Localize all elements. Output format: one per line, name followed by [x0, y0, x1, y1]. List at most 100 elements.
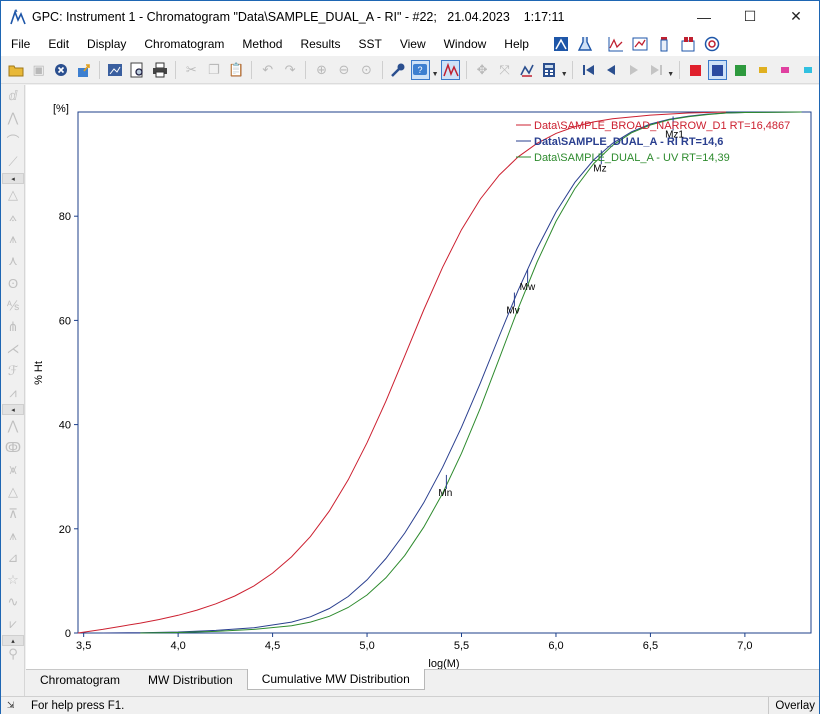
peak-tool-icon[interactable]	[440, 60, 461, 80]
peak-add-icon[interactable]: △	[1, 184, 25, 206]
peak-width-icon[interactable]: ⊼	[1, 503, 25, 525]
minimize-button[interactable]: —	[681, 1, 727, 32]
chart-panel[interactable]: 3,5 4,0 4,5 5,0 5,5 6,0 6,5 7,0 0 20 40 60 80 Mn Mv Mw…	[26, 85, 819, 670]
peak-fn-icon[interactable]: ℱ	[1, 360, 25, 382]
view-tabs: Chromatogram MW Distribution Cumulative …	[26, 669, 819, 690]
instrument-icon[interactable]	[552, 35, 570, 53]
menu-chromatogram[interactable]: Chromatogram	[134, 37, 232, 51]
color-yellow-swatch[interactable]	[753, 60, 772, 80]
peak-draw-icon[interactable]: ↂ	[1, 437, 25, 459]
series-line-0[interactable]	[77, 111, 727, 634]
peak-spike-icon[interactable]: ⩚	[1, 525, 25, 547]
export-icon[interactable]	[74, 60, 93, 80]
results-view-icon[interactable]	[631, 35, 649, 53]
image-export-icon[interactable]	[105, 60, 124, 80]
menu-bar: File Edit Display Chromatogram Method Re…	[1, 32, 819, 56]
resize-icon[interactable]: ⤧	[495, 60, 514, 80]
zoom-in-icon[interactable]: ⊕	[312, 60, 331, 80]
color-green-swatch[interactable]	[730, 60, 749, 80]
undo-icon[interactable]: ↶	[258, 60, 277, 80]
menu-help[interactable]: Help	[494, 37, 537, 51]
first-chromatogram-icon[interactable]	[579, 60, 598, 80]
next-chromatogram-icon[interactable]	[624, 60, 643, 80]
baseline-icon[interactable]: ⟋	[1, 151, 25, 173]
cut-icon[interactable]: ✂	[182, 60, 201, 80]
chromatogram-view-icon[interactable]	[607, 35, 625, 53]
peak-shoulder-icon[interactable]: ⋏	[1, 250, 25, 272]
menu-display[interactable]: Display	[77, 37, 134, 51]
menu-sst[interactable]: SST	[348, 37, 389, 51]
chevron-down-icon[interactable]: ▼	[432, 62, 440, 78]
expand-arrows-icon[interactable]: ⇲	[7, 700, 15, 711]
color-magenta-swatch[interactable]	[775, 60, 794, 80]
color-cyan-swatch[interactable]	[798, 60, 817, 80]
peak-mark-icon[interactable]: ⋀	[1, 415, 25, 437]
tab-mw-distribution[interactable]: MW Distribution	[134, 670, 247, 690]
cumulative-mw-chart[interactable]: 3,5 4,0 4,5 5,0 5,5 6,0 6,5 7,0 0 20 40 60 80 Mn Mv Mw…	[26, 85, 819, 670]
peak-remove-icon[interactable]: ⟑	[1, 206, 25, 228]
plot-frame	[77, 111, 812, 634]
peak-join-icon[interactable]: ⩚	[1, 228, 25, 250]
color-red-swatch[interactable]	[686, 60, 705, 80]
peak-star-icon[interactable]: ☆	[1, 569, 25, 591]
series-line-1[interactable]	[102, 111, 802, 634]
collapse-arrow-icon[interactable]: ◂	[2, 173, 24, 184]
peak-negative-icon[interactable]: ⋌	[1, 338, 25, 360]
app-logo-icon	[10, 8, 26, 24]
move-icon[interactable]: ✥	[472, 60, 491, 80]
title-bar[interactable]: GPC: Instrument 1 - Chromatogram "Data\S…	[1, 1, 819, 32]
tab-chromatogram[interactable]: Chromatogram	[26, 670, 134, 690]
color-blue-swatch[interactable]	[707, 60, 728, 80]
x-tick-label: 4,5	[265, 640, 280, 652]
print-icon[interactable]	[150, 60, 169, 80]
peak-tangent-icon[interactable]: ⌒	[1, 129, 25, 151]
last-chromatogram-icon[interactable]	[646, 60, 665, 80]
redo-icon[interactable]: ↷	[280, 60, 299, 80]
previous-chromatogram-icon[interactable]	[601, 60, 620, 80]
peak-tail-icon[interactable]: ⋔	[1, 316, 25, 338]
series-line-2[interactable]	[140, 111, 802, 634]
menu-method[interactable]: Method	[232, 37, 290, 51]
menu-window[interactable]: Window	[434, 37, 495, 51]
chevron-down-icon[interactable]: ▼	[667, 62, 675, 78]
maximize-button[interactable]: ☐	[727, 1, 773, 32]
collapse-arrow-icon[interactable]: ▴	[2, 635, 24, 646]
flask-icon[interactable]	[576, 35, 594, 53]
peak-pin-icon[interactable]: ⚲	[1, 646, 25, 662]
peak-group-icon[interactable]: ⩘	[1, 382, 25, 404]
close-file-icon[interactable]	[51, 60, 70, 80]
paste-icon[interactable]: 📋	[227, 60, 246, 80]
audit-icon[interactable]	[703, 35, 721, 53]
sequence-icon[interactable]	[679, 35, 697, 53]
vial-icon[interactable]	[655, 35, 673, 53]
menu-file[interactable]: File	[1, 37, 38, 51]
peak-height-icon[interactable]: △	[1, 481, 25, 503]
zoom-out-icon[interactable]: ⊖	[334, 60, 353, 80]
collapse-arrow-icon[interactable]: ◂	[2, 404, 24, 415]
help-tool-icon[interactable]: ?	[410, 60, 431, 80]
integration-icon[interactable]	[517, 60, 536, 80]
peak-end-icon[interactable]: ⩗	[1, 613, 25, 635]
peak-wave-icon[interactable]: ∿	[1, 591, 25, 613]
peak-detect-icon[interactable]: ⅆ	[1, 85, 25, 107]
calculator-icon[interactable]	[540, 60, 559, 80]
open-folder-icon[interactable]	[7, 60, 26, 80]
close-button[interactable]: ✕	[773, 1, 819, 32]
status-help-text: For help press F1.	[31, 699, 125, 712]
x-tick-label: 3,5	[76, 640, 91, 652]
menu-results[interactable]: Results	[290, 37, 348, 51]
copy-icon[interactable]: ❐	[204, 60, 223, 80]
peak-front-icon[interactable]: ⅍	[1, 294, 25, 316]
save-icon[interactable]: ▣	[29, 60, 48, 80]
peak-area-icon[interactable]: ⩙	[1, 459, 25, 481]
menu-view[interactable]: View	[390, 37, 434, 51]
peak-filter-icon[interactable]: ⊿	[1, 547, 25, 569]
tab-cumulative-mw-distribution[interactable]: Cumulative MW Distribution	[246, 669, 425, 690]
print-preview-icon[interactable]	[128, 60, 147, 80]
peak-valley-icon[interactable]: ʘ	[1, 272, 25, 294]
wrench-icon[interactable]	[388, 60, 407, 80]
zoom-fit-icon[interactable]: ⊙	[357, 60, 376, 80]
chevron-down-icon[interactable]: ▼	[561, 62, 569, 78]
peak-split-icon[interactable]: ⋀	[1, 107, 25, 129]
menu-edit[interactable]: Edit	[38, 37, 77, 51]
